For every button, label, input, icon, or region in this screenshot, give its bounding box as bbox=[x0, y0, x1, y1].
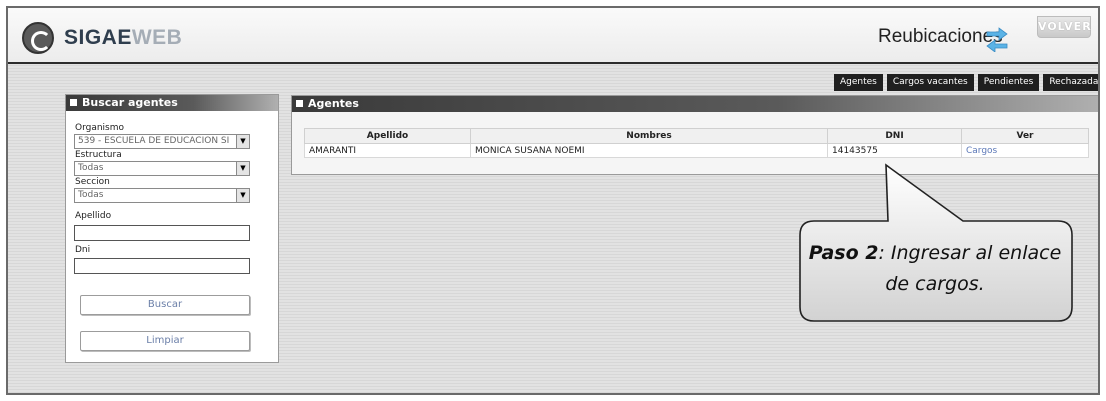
organismo-value: 539 - ESCUELA DE EDUCACION SI bbox=[78, 136, 230, 146]
chevron-down-icon: ▼ bbox=[236, 189, 249, 202]
column-header-nombres[interactable]: Nombres bbox=[470, 128, 828, 144]
volver-button[interactable]: VOLVER bbox=[1037, 16, 1091, 38]
column-header-dni[interactable]: DNI bbox=[827, 128, 962, 144]
tab-bar: Agentes Cargos vacantes Pendientes Recha… bbox=[834, 74, 1098, 91]
app-name-part2: WEB bbox=[131, 26, 183, 49]
estructura-select[interactable]: Todas ▼ bbox=[74, 161, 250, 176]
column-header-ver[interactable]: Ver bbox=[961, 128, 1089, 144]
agents-panel-header: Agentes bbox=[292, 96, 1098, 112]
seccion-select[interactable]: Todas ▼ bbox=[74, 188, 250, 203]
table-header-row: Apellido Nombres DNI Ver bbox=[304, 128, 1089, 144]
chevron-down-icon: ▼ bbox=[236, 135, 249, 148]
organismo-label: Organismo bbox=[75, 123, 125, 133]
buscar-button[interactable]: Buscar bbox=[80, 295, 250, 315]
tab-agentes[interactable]: Agentes bbox=[834, 74, 883, 91]
panel-square-icon bbox=[296, 100, 303, 107]
tab-rechazadas[interactable]: Rechazadas bbox=[1043, 74, 1098, 91]
callout-instruction: : Ingresar al enlace de cargos. bbox=[878, 242, 1062, 295]
panel-square-icon bbox=[70, 99, 77, 106]
agents-panel-title: Agentes bbox=[308, 97, 359, 110]
cell-apellido: AMARANTI bbox=[304, 143, 471, 158]
cell-nombres: MONICA SUSANA NOEMI bbox=[470, 143, 828, 158]
cargos-link[interactable]: Cargos bbox=[961, 143, 1089, 158]
seccion-label: Seccion bbox=[75, 177, 110, 187]
dni-input[interactable] bbox=[74, 258, 250, 274]
apellido-label: Apellido bbox=[75, 211, 112, 221]
app-logo: SIGAEWEB bbox=[64, 26, 182, 50]
chevron-down-icon: ▼ bbox=[236, 162, 249, 175]
dni-label: Dni bbox=[75, 245, 91, 255]
seccion-value: Todas bbox=[78, 190, 104, 200]
organismo-select[interactable]: 539 - ESCUELA DE EDUCACION SI ▼ bbox=[74, 134, 250, 149]
agents-table: Apellido Nombres DNI Ver AMARANTI MONICA… bbox=[304, 128, 1089, 158]
limpiar-button[interactable]: Limpiar bbox=[80, 331, 250, 351]
callout-step: Paso 2 bbox=[808, 242, 879, 264]
search-panel: Buscar agentes Organismo 539 - ESCUELA D… bbox=[65, 94, 279, 363]
tab-pendientes[interactable]: Pendientes bbox=[977, 74, 1040, 91]
column-header-apellido[interactable]: Apellido bbox=[304, 128, 471, 144]
app-name-part1: SIGAE bbox=[64, 26, 132, 49]
cell-dni: 14143575 bbox=[827, 143, 962, 158]
page-title: Reubicaciones bbox=[878, 26, 1003, 47]
estructura-label: Estructura bbox=[75, 150, 122, 160]
search-panel-title: Buscar agentes bbox=[82, 96, 178, 109]
sigae-logo-icon bbox=[22, 22, 54, 54]
callout-text: Paso 2: Ingresar al enlace de cargos. bbox=[808, 238, 1062, 300]
transfer-arrows-icon bbox=[986, 27, 1008, 52]
apellido-input[interactable] bbox=[74, 225, 250, 241]
table-row: AMARANTI MONICA SUSANA NOEMI 14143575 Ca… bbox=[304, 143, 1089, 158]
header: SIGAEWEB Reubicaciones VOLVER bbox=[8, 8, 1098, 64]
search-panel-header: Buscar agentes bbox=[66, 95, 278, 111]
estructura-value: Todas bbox=[78, 163, 104, 173]
tab-cargos-vacantes[interactable]: Cargos vacantes bbox=[886, 74, 974, 91]
